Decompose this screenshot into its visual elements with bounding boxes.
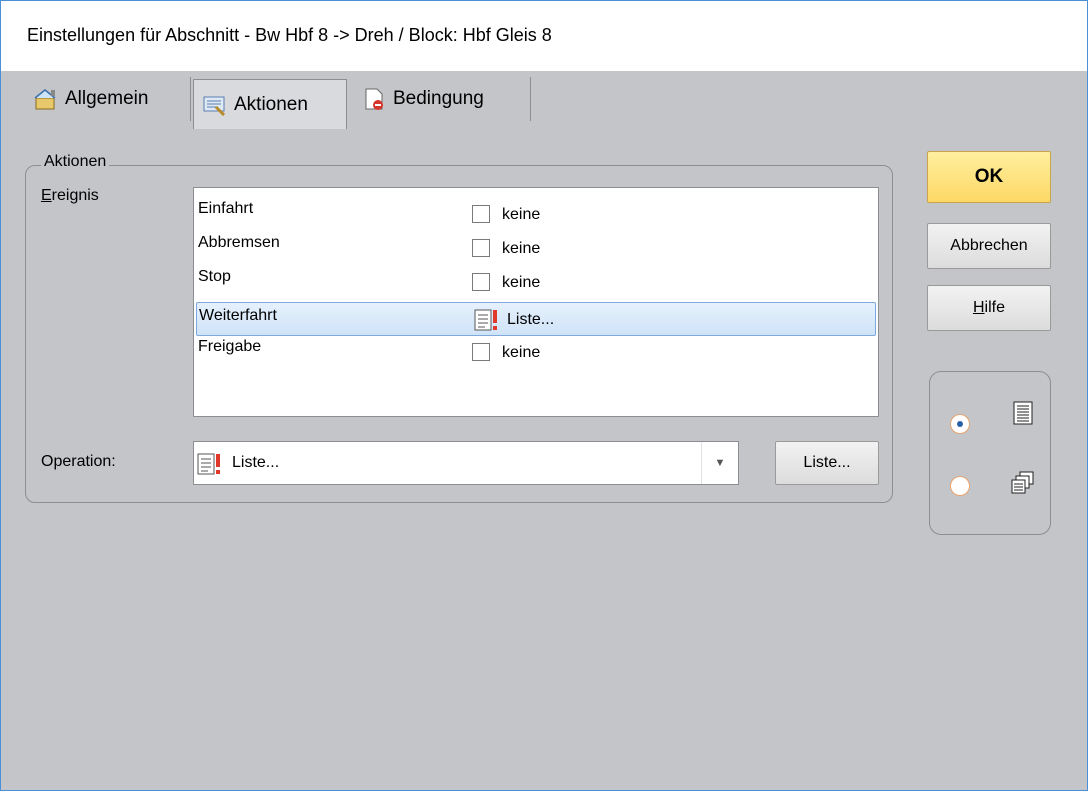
- event-value: Liste...: [507, 311, 555, 328]
- operation-value: Liste...: [232, 454, 280, 471]
- list-item[interactable]: Freigabe keine: [196, 334, 876, 368]
- chevron-down-icon[interactable]: ▼: [701, 442, 738, 484]
- title-bar: Einstellungen für Abschnitt - Bw Hbf 8 -…: [1, 1, 1087, 71]
- action-list-icon: [197, 453, 220, 475]
- operation-label: Operation:: [41, 453, 116, 470]
- list-item-selected[interactable]: Weiterfahrt Liste...: [196, 302, 876, 336]
- event-name: Stop: [198, 268, 231, 285]
- event-label-rest: reignis: [51, 187, 99, 204]
- list-item[interactable]: Einfahrt keine: [196, 196, 876, 230]
- event-label-mnemonic: E: [41, 187, 52, 204]
- event-name: Abbremsen: [198, 234, 280, 251]
- event-checkbox[interactable]: [472, 343, 490, 361]
- operation-select[interactable]: Liste... ▼: [193, 441, 739, 485]
- help-mnemonic: H: [972, 299, 985, 316]
- view-mode-group: [929, 371, 1051, 535]
- multi-view-radio[interactable]: [950, 476, 970, 496]
- ok-button[interactable]: OK: [927, 151, 1051, 203]
- event-value: keine: [502, 240, 541, 257]
- settings-dialog: Einstellungen für Abschnitt - Bw Hbf 8 -…: [0, 0, 1088, 791]
- event-checkbox[interactable]: [472, 239, 490, 257]
- help-button[interactable]: Hilfe: [927, 285, 1051, 331]
- condition-icon: [365, 88, 383, 110]
- list-view-radio[interactable]: [950, 414, 970, 434]
- event-checkbox[interactable]: [472, 273, 490, 291]
- event-value: keine: [502, 274, 541, 291]
- window-title: Einstellungen für Abschnitt - Bw Hbf 8 -…: [27, 25, 552, 45]
- radio-selected-dot: [957, 421, 963, 427]
- help-label-rest: ilfe: [984, 299, 1005, 316]
- list-item[interactable]: Abbremsen keine: [196, 230, 876, 264]
- settings-icon: [34, 89, 56, 110]
- multi-window-icon: [1011, 471, 1034, 494]
- tab-aktionen[interactable]: Aktionen: [193, 79, 347, 129]
- tab-bedingung-label: Bedingung: [393, 88, 484, 109]
- tab-strip: Allgemein Aktionen Bedingung: [1, 71, 1087, 129]
- event-name: Weiterfahrt: [199, 307, 277, 324]
- action-list-icon[interactable]: [473, 308, 499, 332]
- actions-group-legend: Aktionen: [41, 153, 110, 171]
- event-value: keine: [502, 206, 541, 223]
- tab-allgemein-label: Allgemein: [65, 88, 149, 109]
- cancel-button[interactable]: Abbrechen: [927, 223, 1051, 269]
- list-button[interactable]: Liste...: [775, 441, 879, 485]
- tab-bedingung[interactable]: Bedingung: [353, 77, 531, 121]
- event-value: keine: [502, 344, 541, 361]
- event-list[interactable]: Einfahrt keine Abbremsen keine Stop kein…: [193, 187, 879, 417]
- actions-icon: [203, 96, 226, 116]
- tab-allgemein[interactable]: Allgemein: [25, 77, 191, 121]
- list-item[interactable]: Stop keine: [196, 264, 876, 298]
- event-checkbox[interactable]: [472, 205, 490, 223]
- event-name: Freigabe: [198, 338, 262, 355]
- event-label: Ereignis: [41, 187, 99, 205]
- event-name: Einfahrt: [198, 200, 254, 217]
- list-view-icon: [1013, 401, 1033, 425]
- tab-aktionen-label: Aktionen: [234, 93, 308, 115]
